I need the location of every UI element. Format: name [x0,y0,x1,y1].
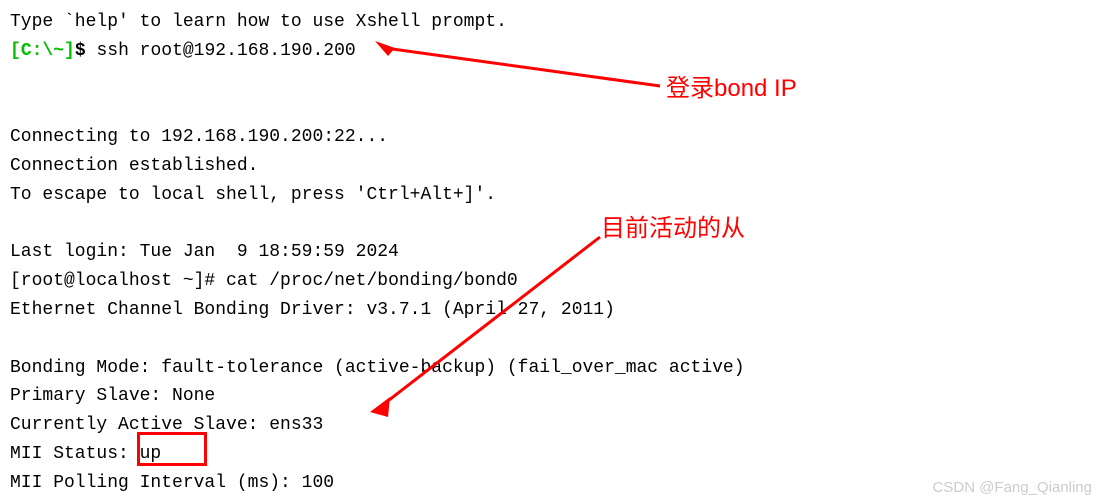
watermark: CSDN @Fang_Qianling [933,476,1092,500]
active-slave-line: Currently Active Slave: ens33 [10,411,1092,440]
mii-status-line: MII Status: up [10,440,1092,469]
prompt-bracket-close: ] [64,41,75,61]
bonding-mode-line: Bonding Mode: fault-tolerance (active-ba… [10,354,1092,383]
cat-command-line[interactable]: [root@localhost ~]# cat /proc/net/bondin… [10,267,1092,296]
annotation-login-bond: 登录bond IP [666,70,797,108]
ssh-command: ssh root@192.168.190.200 [96,41,355,61]
prompt-dollar: $ [75,41,86,61]
prompt-line[interactable]: [C:\~]$ ssh root@192.168.190.200 [10,37,1092,66]
mii-polling-line: MII Polling Interval (ms): 100 [10,469,1092,498]
help-line: Type `help' to learn how to use Xshell p… [10,8,1092,37]
primary-slave-line: Primary Slave: None [10,382,1092,411]
root-prompt: [root@localhost ~]# [10,271,226,291]
connecting-line: Connecting to 192.168.190.200:22... [10,123,1092,152]
escape-line: To escape to local shell, press 'Ctrl+Al… [10,181,1092,210]
prompt-path: C:\~ [21,41,64,61]
prompt-bracket-open: [ [10,41,21,61]
established-line: Connection established. [10,152,1092,181]
cat-command: cat /proc/net/bonding/bond0 [226,271,518,291]
last-login-line: Last login: Tue Jan 9 18:59:59 2024 [10,238,1092,267]
driver-line: Ethernet Channel Bonding Driver: v3.7.1 … [10,296,1092,325]
annotation-active-slave: 目前活动的从 [601,210,745,248]
